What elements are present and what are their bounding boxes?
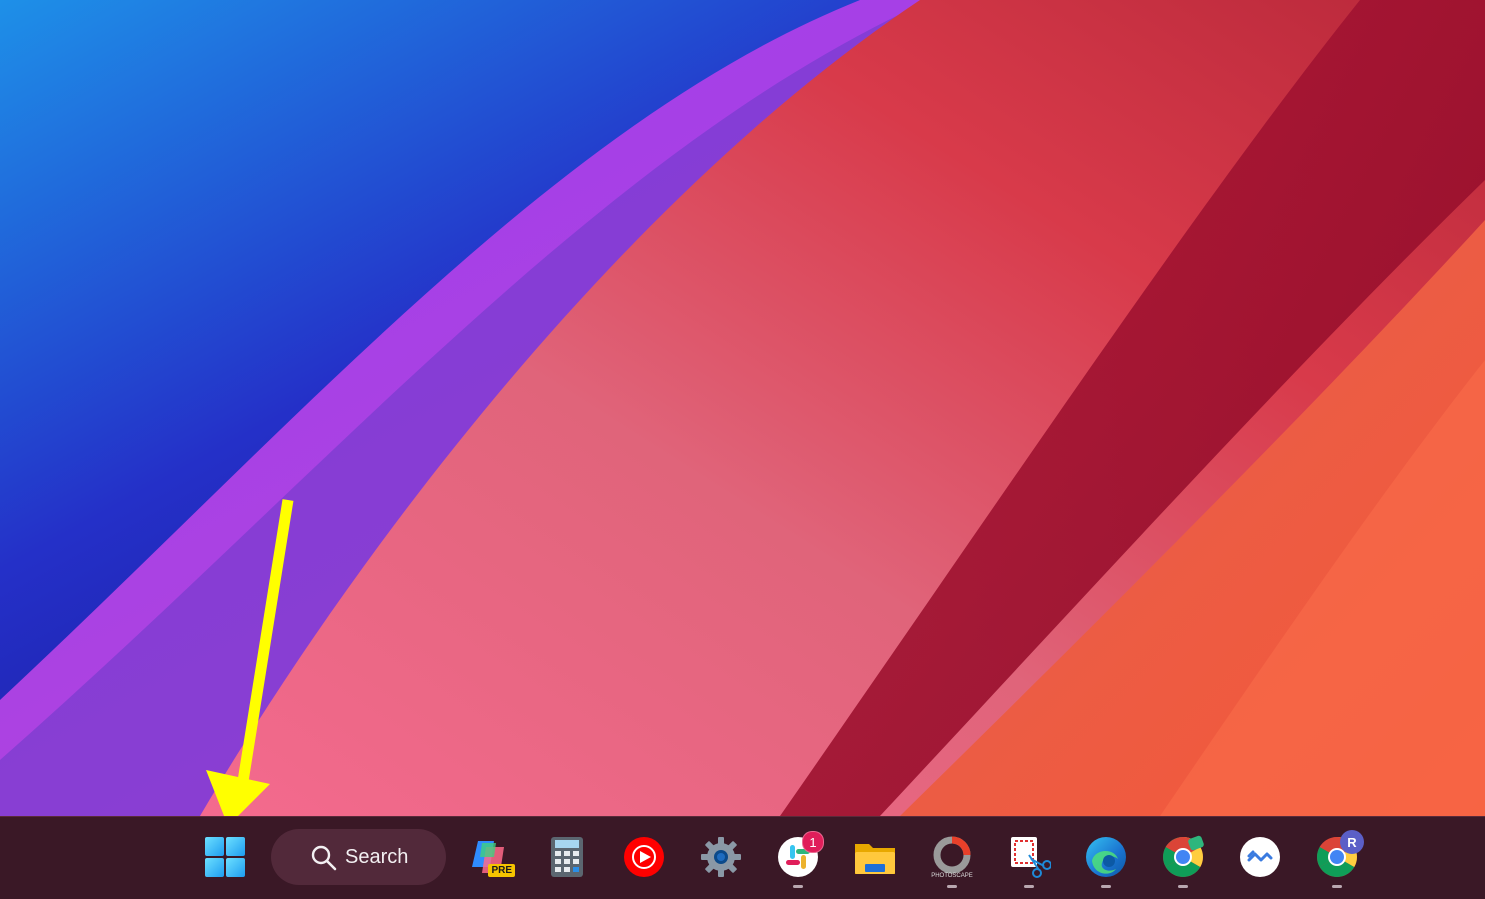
chrome-icon xyxy=(1163,835,1204,877)
photoscape-icon: PHOTOSCAPE xyxy=(931,836,973,879)
taskbar-app-snipping-tool[interactable] xyxy=(1001,829,1057,888)
running-indicator xyxy=(1178,885,1188,888)
edge-icon xyxy=(1086,837,1126,877)
taskbar-app-calculator[interactable] xyxy=(539,829,595,885)
running-indicator xyxy=(947,885,957,888)
search-label: Search xyxy=(345,845,409,868)
taskbar-app-copilot[interactable]: PRE xyxy=(462,829,518,885)
taskbar-app-chrome[interactable] xyxy=(1155,829,1211,888)
taskbar-app-chrome-profile[interactable]: R xyxy=(1309,829,1365,888)
phone-link-icon xyxy=(1240,837,1280,877)
search-box[interactable]: Search xyxy=(271,829,446,885)
taskbar-app-file-explorer[interactable] xyxy=(847,829,903,885)
wallpaper xyxy=(0,0,1485,816)
running-indicator xyxy=(1101,885,1111,888)
running-indicator xyxy=(793,885,803,888)
taskbar-app-youtube-music[interactable] xyxy=(616,829,672,885)
taskbar-app-slack[interactable]: 1 xyxy=(770,829,826,888)
taskbar-app-edge[interactable] xyxy=(1078,829,1134,888)
profile-avatar: R xyxy=(1340,830,1364,854)
photoscape-label: PHOTOSCAPE xyxy=(931,873,973,879)
running-indicator xyxy=(1332,885,1342,888)
running-indicator xyxy=(1024,885,1034,888)
taskbar-app-phone-link[interactable] xyxy=(1232,829,1288,885)
desktop xyxy=(0,0,1485,816)
snipping-tool-icon xyxy=(1011,837,1051,878)
copilot-preview-badge: PRE xyxy=(488,864,515,877)
taskbar: Search PRE 1 PHOTOSCAPE R xyxy=(0,816,1485,899)
taskbar-app-settings[interactable] xyxy=(693,829,749,885)
folder-icon xyxy=(855,844,895,874)
gear-icon xyxy=(701,837,741,877)
slack-notification-badge: 1 xyxy=(802,831,824,853)
calculator-icon xyxy=(551,837,583,877)
start-button[interactable] xyxy=(197,829,253,885)
youtube-music-icon xyxy=(624,837,664,877)
windows-logo-icon xyxy=(205,837,245,877)
taskbar-app-photoscape[interactable]: PHOTOSCAPE xyxy=(924,829,980,888)
search-icon xyxy=(311,845,337,871)
